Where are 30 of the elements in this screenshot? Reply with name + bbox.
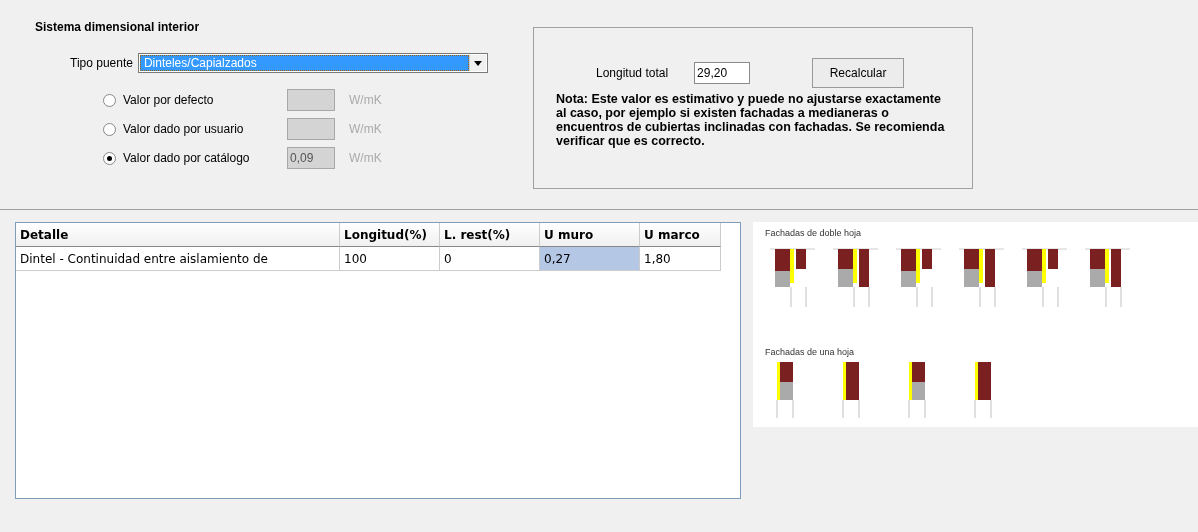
unit-label: W/mK	[349, 122, 382, 136]
radio-button[interactable]	[103, 122, 116, 136]
table-cell[interactable]: 0	[440, 247, 540, 271]
column-header[interactable]: U marco	[640, 223, 721, 247]
table-cell[interactable]: 1,80	[640, 247, 721, 271]
diagram-caption: Fachadas de una hoja	[765, 347, 856, 358]
unit-label: W/mK	[349, 151, 382, 165]
radio-button[interactable]	[103, 151, 116, 165]
diagram-caption: Fachadas de doble hoja	[765, 228, 863, 239]
recalculate-button[interactable]: Recalcular	[812, 58, 905, 88]
radio-label: Valor dado por usuario	[123, 122, 245, 136]
radio-label: Valor dado por catálogo	[123, 151, 251, 165]
column-header[interactable]: Detalle	[16, 223, 340, 247]
radio-button[interactable]	[103, 93, 116, 107]
table-cell[interactable]: Dintel - Continuidad entre aislamiento de	[16, 247, 340, 271]
section-title: Sistema dimensional interior	[35, 20, 201, 34]
column-header[interactable]: L. rest(%)	[440, 223, 540, 247]
radio-label: Valor por defecto	[123, 93, 215, 107]
value-field[interactable]	[287, 89, 335, 111]
column-header[interactable]: U muro	[540, 223, 640, 247]
field-label: Longitud total	[596, 66, 669, 80]
table-cell[interactable]: 100	[340, 247, 440, 271]
value-field[interactable]	[287, 118, 335, 140]
column-header[interactable]: Longitud(%)	[340, 223, 440, 247]
value-field[interactable]: 0,09	[287, 147, 335, 169]
field-label: Tipo puente	[70, 56, 133, 70]
length-field[interactable]: 29,20	[694, 62, 751, 84]
note-text: Nota: Este valor es estimativo y puede no ajustarse exactamente al caso, por ejemplo si existen fachadas a medianeras o encuentros de cubiertas inclinadas con fachadas. Se recomienda verificar que es correcto.	[556, 92, 946, 148]
unit-label: W/mK	[349, 93, 382, 107]
table-cell[interactable]: 0,27	[540, 247, 640, 271]
